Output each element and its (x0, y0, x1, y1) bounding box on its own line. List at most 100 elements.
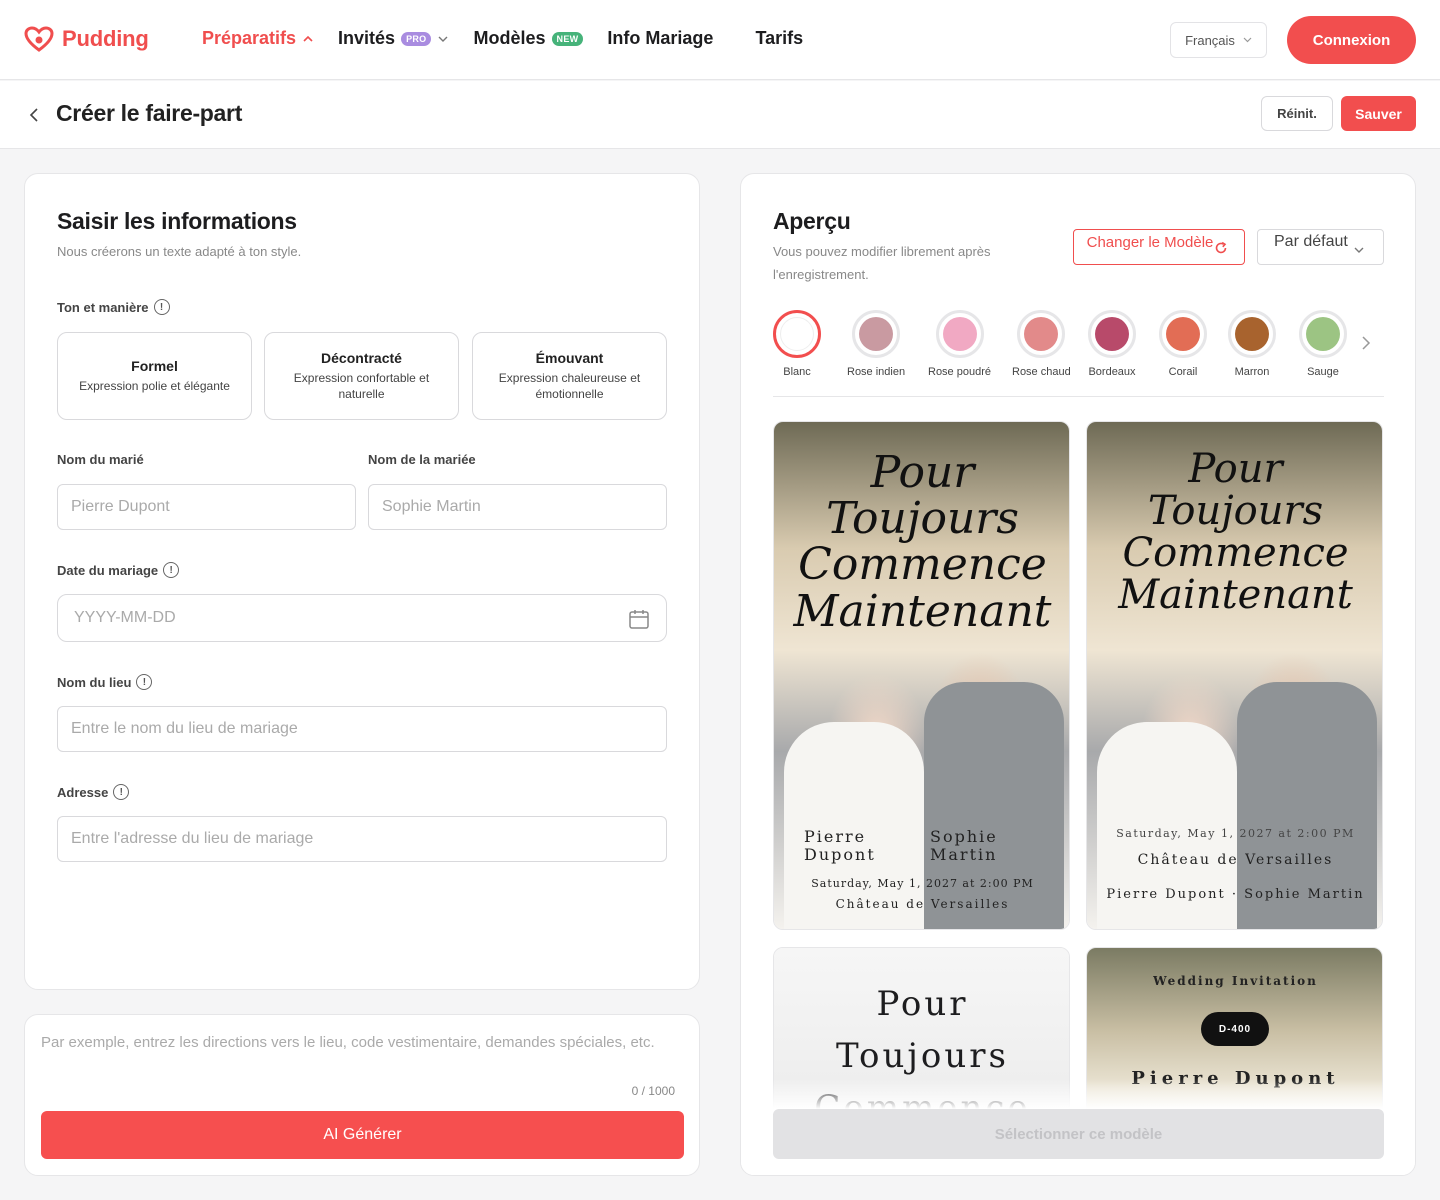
swatch-dot (1024, 317, 1059, 351)
address-input[interactable]: Entre l'adresse du lieu de mariage (57, 816, 667, 862)
color-swatch-corail[interactable]: Corail (1159, 310, 1207, 378)
groom-suit (924, 682, 1064, 929)
template-venue: Château de Versailles (1137, 852, 1334, 868)
change-template-button[interactable]: Changer le Modèle (1073, 229, 1245, 265)
swatch-dot (942, 317, 977, 351)
swatch-dot (1166, 317, 1200, 351)
swatch-name: Bordeaux (1088, 366, 1136, 378)
color-swatch-rose-chaud[interactable]: Rose chaud (1012, 310, 1071, 378)
preview-title: Aperçu (773, 208, 851, 234)
form-subtitle: Nous créerons un texte adapté à ton styl… (57, 244, 302, 259)
template-card-2[interactable]: Pour Toujours Commence Maintenant Saturd… (1086, 421, 1383, 930)
template-groom: Pierre Dupont (804, 827, 876, 864)
login-button[interactable]: Connexion (1287, 16, 1416, 64)
fade-overlay (741, 1079, 1415, 1109)
chevron-down-icon (1354, 247, 1364, 253)
nav-label: Info Mariage (607, 28, 714, 48)
style-select-value: Par défaut (1274, 233, 1348, 250)
swatch-name: Corail (1168, 366, 1198, 378)
tone-option-decontracte[interactable]: Décontracté Expression confortable et na… (264, 332, 459, 420)
nav-item-preparatifs[interactable]: Préparatifs (202, 28, 314, 49)
color-swatch-rose-indien[interactable]: Rose indien (847, 310, 905, 378)
language-select[interactable]: Français (1170, 22, 1267, 58)
swatch-name: Marron (1234, 366, 1270, 378)
color-swatch-bordeaux[interactable]: Bordeaux (1088, 310, 1136, 378)
page-title: Créer le faire-part (56, 100, 243, 126)
venue-name-input[interactable]: Entre le nom du lieu de mariage (57, 706, 667, 752)
template-bride: Sophie Martin (930, 827, 998, 864)
notes-textarea[interactable]: Par exemple, entrez les directions vers … (41, 1031, 681, 1075)
nav-label: Tarifs (755, 28, 804, 48)
calendar-icon[interactable] (628, 608, 650, 630)
select-template-button[interactable]: Sélectionner ce modèle (773, 1109, 1384, 1159)
date-placeholder: YYYY-MM-DD (74, 609, 176, 626)
nav-item-tarifs[interactable]: Tarifs (755, 28, 803, 49)
divider (773, 396, 1384, 397)
top-navigation-bar: Pudding Préparatifs Invités PRO Modèles … (0, 0, 1440, 80)
nav-label: Modèles (473, 28, 546, 48)
save-button[interactable]: Sauver (1341, 96, 1416, 131)
date-label: Date du mariage ! (57, 562, 180, 578)
ai-generate-button[interactable]: AI Générer (41, 1111, 684, 1159)
tone-desc: Expression chaleureuse et émotionnelle (498, 371, 641, 401)
address-label: Adresse ! (57, 784, 130, 800)
template-card-1[interactable]: Pour Toujours Commence Maintenant Pierre… (773, 421, 1070, 930)
wedding-date-input[interactable]: YYYY-MM-DD (57, 594, 667, 642)
color-swatches: Blanc Rose indien Rose poudré Rose chaud… (773, 310, 1385, 380)
preview-card: Aperçu Vous pouvez modifier librement ap… (740, 173, 1416, 1176)
swatch-name: Sauge (1307, 366, 1339, 378)
nav-item-modeles[interactable]: Modèles NEW (473, 28, 584, 49)
swatch-ring (773, 310, 821, 358)
color-swatch-marron[interactable]: Marron (1228, 310, 1276, 378)
info-icon[interactable]: ! (153, 299, 170, 315)
swatch-ring (852, 310, 901, 358)
nav-label: Invités (338, 28, 396, 48)
color-swatch-rose-poudre[interactable]: Rose poudré (928, 310, 991, 378)
template-headline: Pour Toujours Commence Maintenant (793, 447, 1052, 637)
chevron-down-icon (438, 36, 448, 42)
template-date: Saturday, May 1, 2027 at 2:00 PM (811, 877, 1034, 890)
change-template-label: Changer le Modèle (1086, 234, 1214, 251)
swatch-name: Rose chaud (1012, 366, 1071, 378)
language-value: Français (1185, 32, 1235, 48)
chevron-right-icon[interactable] (1361, 335, 1371, 351)
swatch-ring (1088, 310, 1136, 358)
color-swatch-blanc[interactable]: Blanc (773, 310, 821, 378)
bride-name-input[interactable]: Sophie Martin (368, 484, 667, 530)
new-badge: NEW (551, 31, 584, 46)
template-names: Pierre Dupont · Sophie Martin (1106, 887, 1365, 902)
nav-item-invites[interactable]: Invités PRO (338, 28, 449, 49)
swatch-name: Blanc (783, 366, 811, 378)
template-headline: Pour Toujours Commence Maintenant (1118, 446, 1353, 618)
groom-name-input[interactable]: Pierre Dupont (57, 484, 356, 530)
tone-option-formel[interactable]: Formel Expression polie et élégante (57, 332, 252, 420)
style-select[interactable]: Par défaut (1257, 229, 1384, 265)
swatch-dot (1306, 317, 1340, 351)
back-button[interactable] (24, 103, 44, 127)
tone-option-emouvant[interactable]: Émouvant Expression chaleureuse et émoti… (472, 332, 667, 420)
notes-card: Par exemple, entrez les directions vers … (24, 1014, 700, 1176)
swatch-name: Rose poudré (928, 366, 991, 378)
color-swatch-sauge[interactable]: Sauge (1299, 310, 1347, 378)
template-date: Saturday, May 1, 2027 at 2:00 PM (1116, 827, 1355, 840)
address-label-text: Adresse (57, 784, 109, 800)
reset-button[interactable]: Réinit. (1261, 96, 1333, 131)
swatch-ring (935, 310, 984, 358)
tone-title: Formel (131, 358, 178, 374)
logo[interactable]: Pudding (24, 26, 149, 52)
template-venue: Château de Versailles (835, 897, 1010, 911)
chevron-up-icon (303, 35, 313, 42)
info-icon[interactable]: ! (136, 674, 153, 690)
info-icon[interactable]: ! (113, 784, 130, 800)
info-icon[interactable]: ! (163, 562, 180, 578)
refresh-icon (1215, 241, 1227, 254)
swatch-ring (1017, 310, 1066, 358)
swatch-ring (1228, 310, 1276, 358)
pro-badge: PRO (401, 31, 432, 46)
heart-logo-icon (24, 26, 54, 52)
venue-label: Nom du lieu ! (57, 674, 153, 690)
tone-desc: Expression confortable et naturelle (293, 371, 430, 401)
swatch-ring (1159, 310, 1207, 358)
nav-item-info-mariage[interactable]: Info Mariage (607, 28, 713, 49)
info-form-card: Saisir les informations Nous créerons un… (24, 173, 700, 990)
